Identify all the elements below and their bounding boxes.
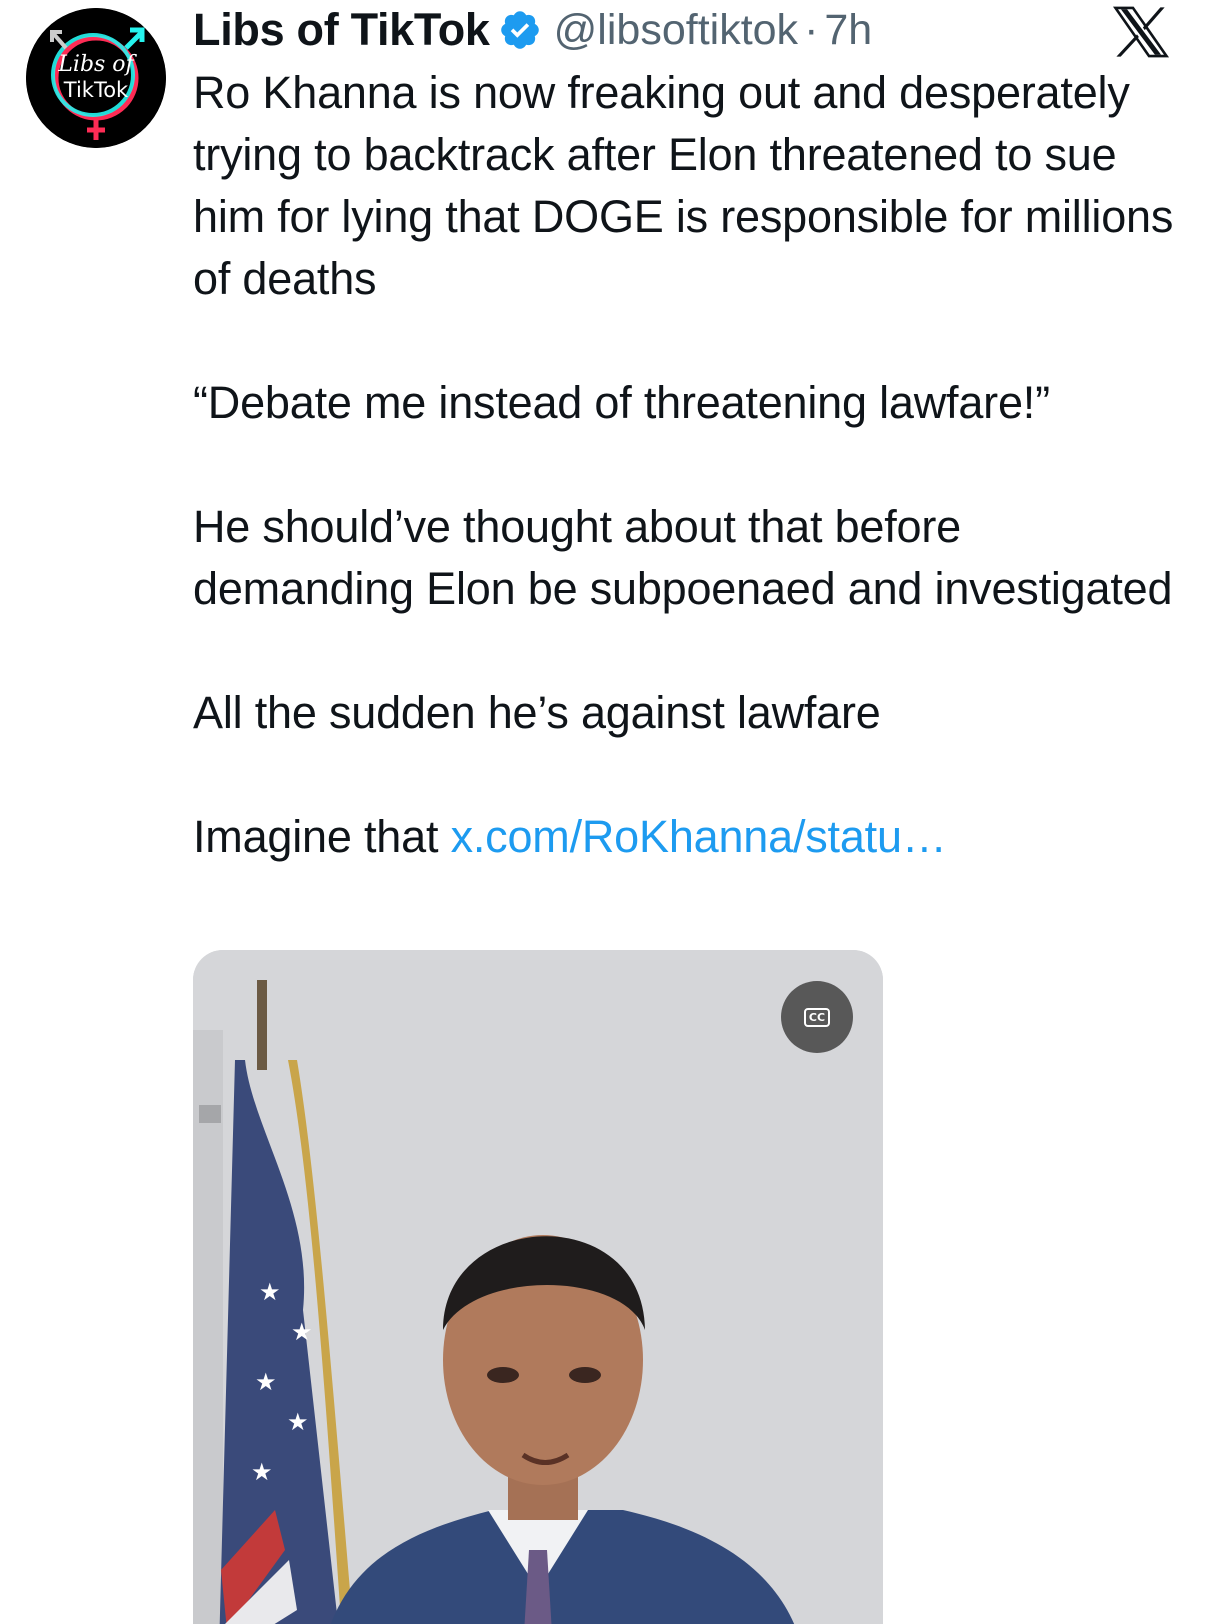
separator-dot: ·	[804, 5, 819, 54]
tweet-text: Ro Khanna is now freaking out and desper…	[193, 62, 1183, 868]
svg-text:★: ★	[291, 1318, 313, 1346]
tweet-paragraph-2: “Debate me instead of threatening lawfar…	[193, 377, 1050, 428]
tweet-paragraph-5: Imagine that x.com/RoKhanna/statu…	[193, 806, 1183, 868]
avatar-text-line2: TikTok	[63, 78, 129, 102]
svg-text:★: ★	[255, 1368, 277, 1396]
handle[interactable]: @libsoftiktok	[554, 6, 798, 55]
closed-captions-icon: CC	[804, 1007, 830, 1027]
tweet: Libs of TikTok Libs of TikTok @libsoftik…	[0, 0, 1206, 1624]
video-thumbnail: ★ ★ ★ ★ ★	[193, 950, 883, 1624]
avatar[interactable]: Libs of TikTok	[26, 8, 166, 148]
x-logo-icon	[1112, 6, 1170, 58]
svg-text:★: ★	[251, 1458, 273, 1486]
verified-badge-icon	[500, 11, 539, 49]
tweet-paragraph-1: Ro Khanna is now freaking out and desper…	[193, 67, 1174, 304]
tweet-paragraph-5-text: Imagine that	[193, 811, 451, 862]
tweet-paragraph-4: All the sudden he’s against lawfare	[193, 687, 881, 738]
svg-text:★: ★	[287, 1408, 309, 1436]
tweet-header: Libs of TikTok @libsoftiktok · 7h	[193, 2, 872, 58]
avatar-text-line1: Libs of	[58, 52, 134, 77]
svg-text:★: ★	[259, 1278, 281, 1306]
tweet-paragraph-3: He should’ve thought about that before d…	[193, 501, 1173, 614]
display-name[interactable]: Libs of TikTok	[193, 4, 490, 56]
timestamp[interactable]: 7h	[824, 6, 872, 55]
video-player[interactable]: ★ ★ ★ ★ ★ CC	[193, 950, 883, 1624]
captions-button[interactable]: CC	[781, 981, 853, 1053]
tweet-link[interactable]: x.com/RoKhanna/statu…	[451, 811, 947, 862]
